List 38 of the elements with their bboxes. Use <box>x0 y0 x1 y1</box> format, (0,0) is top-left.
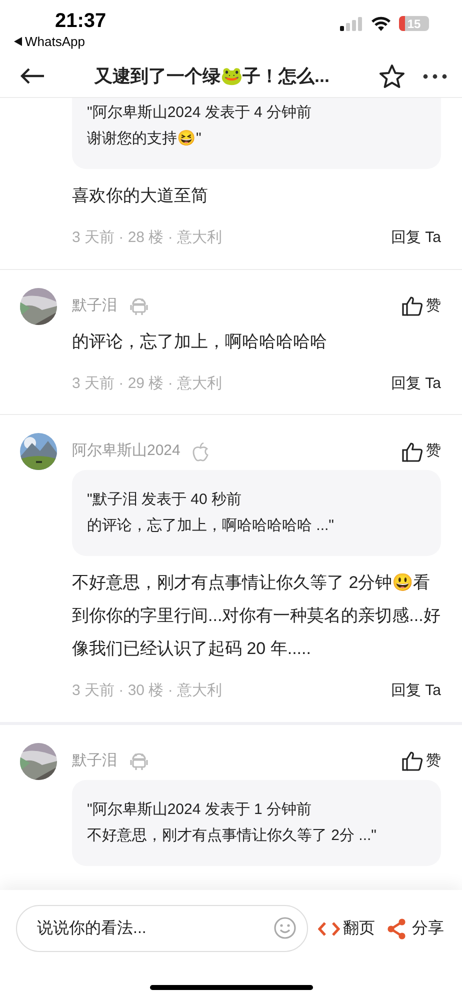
comment-meta: 3 天前 · 30 楼 · 意大利 <box>72 681 222 701</box>
quote-text: 的评论，忘了加上，啊哈哈哈哈哈 ..." <box>87 516 335 536</box>
quote-text: "阿尔卑斯山2024 发表于 4 分钟前 <box>87 103 313 123</box>
thumbs-up-icon <box>402 442 423 462</box>
thumbs-up-icon <box>402 296 423 316</box>
android-robot-icon <box>129 751 149 771</box>
quote-text: "默子泪 发表于 40 秒前 <box>87 490 243 510</box>
page-turn-button[interactable]: 翻页 <box>318 916 375 940</box>
android-robot-icon <box>129 296 149 316</box>
code-brackets-icon <box>318 920 340 936</box>
reply-button[interactable]: 回复 Ta <box>390 680 441 702</box>
comment-text: 不好意思，刚才有点事情让你久等了 2分钟😃看到你你的字里行间...对你有一种莫名的亲切感...好像我们已经认识了起码 20 年..... <box>72 572 441 660</box>
like-button[interactable]: 赞 <box>402 440 441 463</box>
apple-icon <box>192 442 210 462</box>
page-title: 又逮到了一个绿🐸子！怎么... <box>93 64 330 88</box>
star-icon[interactable] <box>379 64 405 88</box>
share-button[interactable]: 分享 <box>387 916 444 940</box>
quote-text: 不好意思，刚才有点事情让你久等了 2分 ..." <box>87 826 378 846</box>
back-app-link[interactable]: WhatsApp <box>25 32 85 52</box>
thumbs-up-icon <box>402 751 423 771</box>
comment-meta: 3 天前 · 29 楼 · 意大利 <box>72 374 222 394</box>
comment-text: 的评论，忘了加上，啊哈哈哈哈哈 <box>72 330 328 352</box>
quote-text: 谢谢您的支持😆" <box>87 129 202 149</box>
share-icon <box>387 918 406 940</box>
like-button[interactable]: 赞 <box>402 294 441 318</box>
more-icon[interactable] <box>423 74 447 78</box>
reply-button[interactable]: 回复 Ta <box>390 372 441 395</box>
back-arrow-icon[interactable] <box>20 68 45 84</box>
back-triangle-icon[interactable] <box>14 37 22 46</box>
comment-text: 喜欢你的大道至简 <box>72 185 209 207</box>
signal-icon <box>340 16 363 30</box>
comment-meta: 3 天前 · 28 楼 · 意大利 <box>72 228 222 248</box>
status-time: 21:37 <box>55 9 106 34</box>
quote-text: "阿尔卑斯山2024 发表于 1 分钟前 <box>87 800 313 820</box>
reply-button[interactable]: 回复 Ta <box>390 227 441 250</box>
like-button[interactable]: 赞 <box>402 750 441 772</box>
comment-input-field[interactable]: 说说你的看法... <box>16 905 308 952</box>
wifi-icon <box>371 16 391 31</box>
